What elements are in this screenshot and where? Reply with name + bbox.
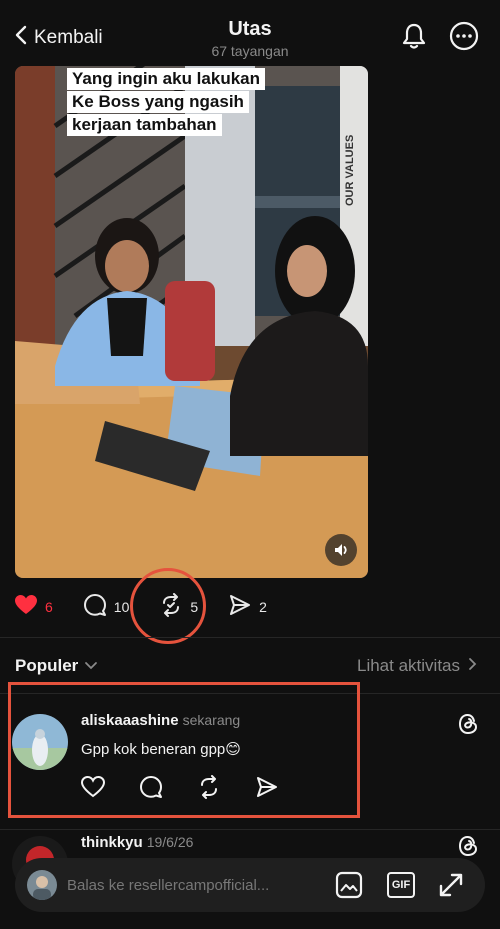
share-button[interactable]: 2 xyxy=(228,593,267,620)
expand-icon[interactable] xyxy=(437,871,465,904)
chevron-down-icon xyxy=(84,656,98,676)
post-actions: 6 10 5 2 xyxy=(14,593,297,620)
reply-bar: Balas ke resellercampofficial... GIF xyxy=(15,858,485,912)
view-count: 67 tayangan xyxy=(211,43,289,59)
comment-text: Gpp kok beneran gpp😊 xyxy=(81,741,241,758)
view-activity-link[interactable]: Lihat aktivitas xyxy=(357,656,478,676)
comment-time: sekarang xyxy=(182,712,241,728)
avatar xyxy=(27,870,57,900)
image-icon[interactable] xyxy=(335,871,363,904)
chevron-left-icon xyxy=(14,24,28,51)
divider xyxy=(0,829,500,830)
comment-time: 19/6/26 xyxy=(146,834,194,850)
repost-button[interactable]: 5 xyxy=(159,593,198,620)
comment-header: aliskaaashine sekarang xyxy=(81,712,240,730)
reply-button[interactable]: 10 xyxy=(83,593,130,620)
header-title-group: Utas 67 tayangan xyxy=(150,18,350,59)
repost-count: 5 xyxy=(190,598,199,615)
sort-dropdown[interactable]: Populer xyxy=(15,656,98,676)
comment-icon xyxy=(83,593,107,620)
threads-icon[interactable] xyxy=(457,712,481,741)
share-count: 2 xyxy=(259,598,267,615)
activity-link-label: Lihat aktivitas xyxy=(357,656,460,675)
more-icon xyxy=(449,21,479,56)
more-options-button[interactable] xyxy=(448,21,480,56)
heart-icon[interactable] xyxy=(80,775,106,803)
chevron-right-icon xyxy=(468,656,478,676)
comment-username[interactable]: thinkkyu xyxy=(81,834,143,851)
comment-actions xyxy=(80,775,279,804)
mute-button[interactable] xyxy=(325,534,357,566)
video-frame-illustration: OUR VALUES xyxy=(15,66,368,578)
notifications-button[interactable] xyxy=(398,22,430,54)
speaker-icon xyxy=(332,541,350,559)
caption-line-2: Ke Boss yang ngasih xyxy=(67,91,249,113)
comment-header: thinkkyu 19/6/26 xyxy=(81,834,193,852)
divider xyxy=(0,637,500,638)
gif-icon[interactable]: GIF xyxy=(387,872,415,898)
page-title: Utas xyxy=(228,18,272,40)
repost-icon[interactable] xyxy=(197,775,221,804)
bell-icon xyxy=(401,22,427,55)
heart-icon xyxy=(14,594,38,619)
back-label: Kembali xyxy=(34,26,103,48)
caption-line-1: Yang ingin aku lakukan xyxy=(67,68,265,90)
like-count: 6 xyxy=(45,598,53,615)
like-button[interactable]: 6 xyxy=(14,594,53,619)
comment-icon[interactable] xyxy=(139,775,163,804)
send-icon xyxy=(228,593,252,620)
comment-username[interactable]: aliskaaashine xyxy=(81,712,179,729)
caption-line-3: kerjaan tambahan xyxy=(67,114,222,136)
send-icon[interactable] xyxy=(255,775,279,804)
post-video[interactable]: OUR VALUES Yang ingin aku lakukan Ke Bos… xyxy=(15,66,368,578)
reply-count: 10 xyxy=(113,598,130,615)
avatar[interactable] xyxy=(12,714,68,770)
wall-text: OUR VALUES xyxy=(344,135,356,206)
back-button[interactable]: Kembali xyxy=(14,24,103,51)
section-title: Populer xyxy=(15,656,79,675)
repost-icon xyxy=(159,593,183,620)
reply-input[interactable]: Balas ke resellercampofficial... xyxy=(67,877,269,894)
